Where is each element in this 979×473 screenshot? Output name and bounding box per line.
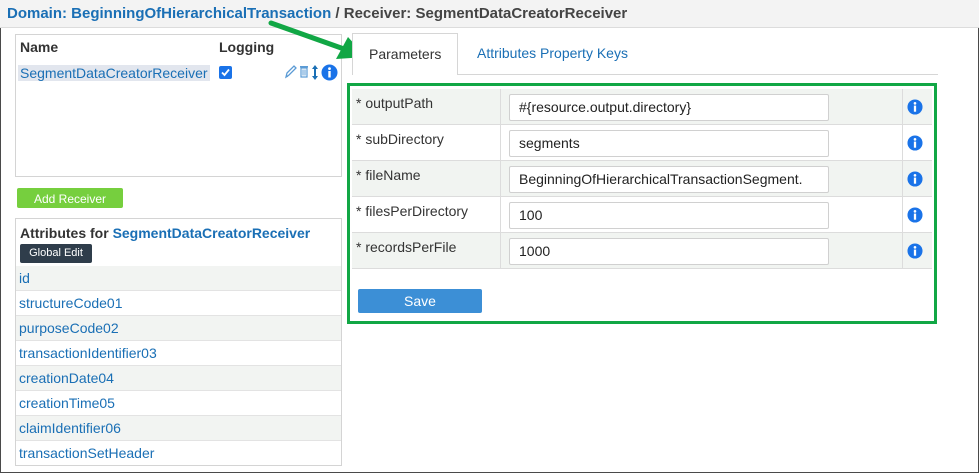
attributes-list: id structureCode01 purposeCode02 transac… bbox=[16, 266, 341, 465]
column-divider bbox=[902, 197, 903, 233]
column-divider bbox=[902, 161, 903, 197]
logging-checkbox[interactable] bbox=[219, 66, 232, 79]
column-divider bbox=[500, 197, 501, 233]
info-icon[interactable] bbox=[907, 171, 923, 187]
edit-pencil-icon[interactable] bbox=[283, 64, 297, 80]
attributes-title-receiver: SegmentDataCreatorReceiver bbox=[112, 225, 311, 241]
param-row-filename: * fileName BeginningOfHierarchicalTransa… bbox=[352, 161, 932, 197]
reorder-arrows-icon[interactable] bbox=[311, 64, 319, 81]
column-divider bbox=[500, 125, 501, 161]
column-header-logging: Logging bbox=[219, 39, 275, 55]
column-divider bbox=[902, 89, 903, 125]
attributes-title: Attributes for SegmentDataCreatorReceive… bbox=[20, 225, 310, 241]
checkmark-icon bbox=[221, 68, 230, 77]
column-divider bbox=[500, 161, 501, 197]
outputpath-input[interactable]: #{resource.output.directory} bbox=[509, 94, 829, 121]
tab-parameters[interactable]: Parameters bbox=[352, 33, 458, 75]
domain-label: Domain: bbox=[7, 5, 67, 22]
attribute-item-creationdate04[interactable]: creationDate04 bbox=[16, 366, 341, 391]
save-button[interactable]: Save bbox=[358, 289, 482, 313]
param-row-filesperdirectory: * filesPerDirectory 100 bbox=[352, 197, 932, 233]
parameters-form: * outputPath #{resource.output.directory… bbox=[347, 83, 937, 324]
attributes-panel: Attributes for SegmentDataCreatorReceive… bbox=[15, 218, 342, 466]
attribute-item-purposecode02[interactable]: purposeCode02 bbox=[16, 316, 341, 341]
param-label: * subDirectory bbox=[356, 131, 444, 147]
trash-icon[interactable] bbox=[299, 64, 309, 80]
attributes-title-prefix: Attributes for bbox=[20, 225, 109, 241]
param-label: * recordsPerFile bbox=[356, 239, 457, 255]
info-icon[interactable] bbox=[907, 135, 923, 151]
column-divider bbox=[500, 233, 501, 269]
param-row-subdirectory: * subDirectory segments bbox=[352, 125, 932, 161]
info-icon[interactable] bbox=[321, 64, 338, 81]
attribute-item-transactionsetheader[interactable]: transactionSetHeader bbox=[16, 441, 341, 465]
info-icon[interactable] bbox=[907, 243, 923, 259]
info-icon[interactable] bbox=[907, 99, 923, 115]
global-edit-button[interactable]: Global Edit bbox=[20, 244, 92, 263]
param-label: * outputPath bbox=[356, 95, 434, 111]
filesperdirectory-input[interactable]: 100 bbox=[509, 202, 829, 229]
column-divider bbox=[500, 89, 501, 125]
attribute-item-transactionidentifier03[interactable]: transactionIdentifier03 bbox=[16, 341, 341, 366]
add-receiver-button[interactable]: Add Receiver bbox=[17, 188, 123, 208]
param-row-outputpath: * outputPath #{resource.output.directory… bbox=[352, 89, 932, 125]
attribute-item-structurecode01[interactable]: structureCode01 bbox=[16, 291, 341, 316]
receiver-link[interactable]: SegmentDataCreatorReceiver bbox=[18, 65, 210, 81]
param-label: * filesPerDirectory bbox=[356, 203, 469, 219]
filename-input[interactable]: BeginningOfHierarchicalTransactionSegmen… bbox=[509, 166, 829, 193]
tab-attributes-property-keys[interactable]: Attributes Property Keys bbox=[477, 45, 628, 61]
receiver-row: SegmentDataCreatorReceiver bbox=[16, 63, 341, 85]
receiver-name: SegmentDataCreatorReceiver bbox=[415, 5, 628, 22]
info-icon[interactable] bbox=[907, 207, 923, 223]
attribute-item-creationtime05[interactable]: creationTime05 bbox=[16, 391, 341, 416]
breadcrumb-header: Domain: BeginningOfHierarchicalTransacti… bbox=[0, 0, 979, 28]
column-divider bbox=[902, 233, 903, 269]
tab-divider bbox=[458, 74, 938, 75]
attribute-item-claimidentifier06[interactable]: claimIdentifier06 bbox=[16, 416, 341, 441]
param-row-recordsperfile: * recordsPerFile 1000 bbox=[352, 233, 932, 269]
column-divider bbox=[902, 125, 903, 161]
param-label: * fileName bbox=[356, 167, 421, 183]
subdirectory-input[interactable]: segments bbox=[509, 130, 829, 157]
attribute-item-id[interactable]: id bbox=[16, 266, 341, 291]
tab-parameters-label: Parameters bbox=[369, 46, 442, 62]
recordsperfile-input[interactable]: 1000 bbox=[509, 238, 829, 265]
column-header-name: Name bbox=[20, 39, 59, 55]
